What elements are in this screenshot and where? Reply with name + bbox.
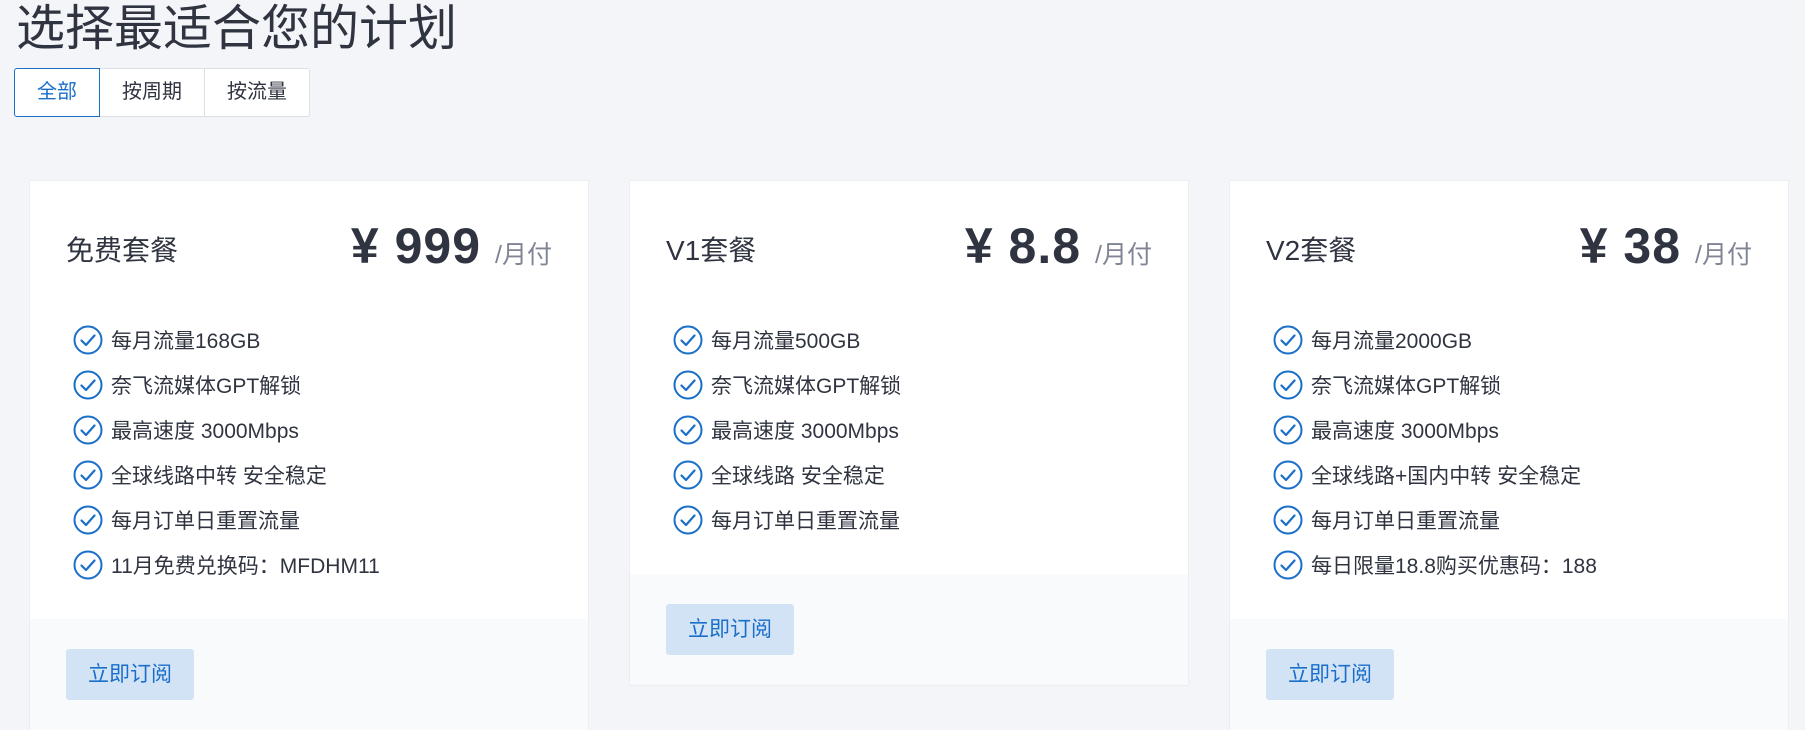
feature-text: 全球线路+国内中转 安全稳定 — [1311, 464, 1582, 488]
check-circle-icon — [73, 370, 103, 400]
plan-card-v2: V2套餐 ¥ 38 /月付 每月流量2000GB 奈飞流媒体GPT解锁 最高速度 — [1229, 180, 1789, 730]
feature-item: 奈飞流媒体GPT解锁 — [1273, 362, 1752, 407]
plan-price-group: ¥ 8.8 /月付 — [965, 217, 1152, 275]
plan-price: ¥ 999 — [350, 218, 482, 274]
feature-item: 每月流量500GB — [673, 317, 1152, 362]
tab-all[interactable]: 全部 — [14, 68, 100, 117]
feature-text: 奈飞流媒体GPT解锁 — [111, 374, 302, 398]
feature-item: 每月流量168GB — [73, 317, 552, 362]
plan-name: V2套餐 — [1266, 235, 1357, 266]
feature-item: 全球线路 安全稳定 — [673, 452, 1152, 497]
page-title: 选择最适合您的计划 — [16, 2, 458, 56]
plan-price: ¥ 38 — [1579, 218, 1682, 274]
feature-item: 奈飞流媒体GPT解锁 — [673, 362, 1152, 407]
plan-card-header: 免费套餐 ¥ 999 /月付 — [66, 181, 552, 317]
plan-name: V1套餐 — [666, 235, 757, 266]
check-circle-icon — [1273, 460, 1303, 490]
feature-text: 全球线路 安全稳定 — [711, 464, 885, 488]
check-circle-icon — [1273, 505, 1303, 535]
feature-text: 每月订单日重置流量 — [1311, 509, 1500, 533]
plan-name: 免费套餐 — [66, 235, 179, 266]
feature-text: 每月流量2000GB — [1311, 329, 1473, 353]
check-circle-icon — [673, 505, 703, 535]
plan-price-group: ¥ 38 /月付 — [1580, 217, 1752, 275]
feature-text: 奈飞流媒体GPT解锁 — [1311, 374, 1502, 398]
plan-card-free: 免费套餐 ¥ 999 /月付 每月流量168GB 奈飞流媒体GPT解锁 最高速度 — [29, 180, 589, 730]
feature-item: 11月免费兑换码：MFDHM11 — [73, 542, 552, 587]
plan-card-footer: 立即订阅 — [30, 619, 588, 730]
plan-price-group: ¥ 999 /月付 — [351, 217, 552, 275]
check-circle-icon — [673, 370, 703, 400]
feature-item: 每月订单日重置流量 — [673, 497, 1152, 542]
check-circle-icon — [673, 325, 703, 355]
plan-card-header: V1套餐 ¥ 8.8 /月付 — [666, 181, 1152, 317]
check-circle-icon — [1273, 415, 1303, 445]
feature-text: 每月流量500GB — [711, 329, 861, 353]
feature-item: 每日限量18.8购买优惠码：188 — [1273, 542, 1752, 587]
feature-item: 全球线路+国内中转 安全稳定 — [1273, 452, 1752, 497]
check-circle-icon — [1273, 325, 1303, 355]
plan-card-footer: 立即订阅 — [630, 574, 1188, 685]
plan-filter-tabs: 全部 按周期 按流量 — [14, 68, 310, 117]
feature-list: 每月流量168GB 奈飞流媒体GPT解锁 最高速度 3000Mbps 全球线路中… — [66, 317, 552, 619]
feature-text: 奈飞流媒体GPT解锁 — [711, 374, 902, 398]
subscribe-button[interactable]: 立即订阅 — [666, 604, 794, 655]
check-circle-icon — [1273, 370, 1303, 400]
plan-card-body: 免费套餐 ¥ 999 /月付 每月流量168GB 奈飞流媒体GPT解锁 最高速度 — [30, 181, 588, 619]
plan-period: /月付 — [1695, 241, 1752, 269]
feature-item: 最高速度 3000Mbps — [673, 407, 1152, 452]
check-circle-icon — [673, 415, 703, 445]
check-circle-icon — [73, 460, 103, 490]
feature-text: 最高速度 3000Mbps — [111, 419, 299, 443]
check-circle-icon — [673, 460, 703, 490]
feature-text: 每月流量168GB — [111, 329, 261, 353]
feature-item: 每月流量2000GB — [1273, 317, 1752, 362]
pricing-page: 选择最适合您的计划 全部 按周期 按流量 免费套餐 ¥ 999 /月付 每月流量… — [0, 0, 1805, 730]
plan-card-body: V2套餐 ¥ 38 /月付 每月流量2000GB 奈飞流媒体GPT解锁 最高速度 — [1230, 181, 1788, 619]
feature-item: 奈飞流媒体GPT解锁 — [73, 362, 552, 407]
plan-period: /月付 — [1095, 241, 1152, 269]
feature-item: 每月订单日重置流量 — [73, 497, 552, 542]
check-circle-icon — [73, 415, 103, 445]
plan-card-body: V1套餐 ¥ 8.8 /月付 每月流量500GB 奈飞流媒体GPT解锁 最高速度 — [630, 181, 1188, 574]
check-circle-icon — [73, 550, 103, 580]
plan-card-footer: 立即订阅 — [1230, 619, 1788, 730]
feature-text: 最高速度 3000Mbps — [1311, 419, 1499, 443]
tab-by-period[interactable]: 按周期 — [99, 68, 205, 117]
plan-card-v1: V1套餐 ¥ 8.8 /月付 每月流量500GB 奈飞流媒体GPT解锁 最高速度 — [629, 180, 1189, 686]
feature-item: 最高速度 3000Mbps — [1273, 407, 1752, 452]
feature-item: 最高速度 3000Mbps — [73, 407, 552, 452]
feature-text: 每日限量18.8购买优惠码：188 — [1311, 554, 1597, 578]
tab-by-traffic[interactable]: 按流量 — [204, 68, 310, 117]
feature-text: 每月订单日重置流量 — [711, 509, 900, 533]
plan-card-header: V2套餐 ¥ 38 /月付 — [1266, 181, 1752, 317]
subscribe-button[interactable]: 立即订阅 — [1266, 649, 1394, 700]
check-circle-icon — [73, 505, 103, 535]
feature-list: 每月流量2000GB 奈飞流媒体GPT解锁 最高速度 3000Mbps 全球线路… — [1266, 317, 1752, 619]
feature-text: 每月订单日重置流量 — [111, 509, 300, 533]
plan-price: ¥ 8.8 — [964, 218, 1082, 274]
feature-list: 每月流量500GB 奈飞流媒体GPT解锁 最高速度 3000Mbps 全球线路 … — [666, 317, 1152, 574]
feature-text: 全球线路中转 安全稳定 — [111, 464, 327, 488]
subscribe-button[interactable]: 立即订阅 — [66, 649, 194, 700]
plan-period: /月付 — [495, 241, 552, 269]
check-circle-icon — [73, 325, 103, 355]
feature-item: 每月订单日重置流量 — [1273, 497, 1752, 542]
feature-item: 全球线路中转 安全稳定 — [73, 452, 552, 497]
feature-text: 最高速度 3000Mbps — [711, 419, 899, 443]
feature-text: 11月免费兑换码：MFDHM11 — [111, 554, 380, 578]
check-circle-icon — [1273, 550, 1303, 580]
